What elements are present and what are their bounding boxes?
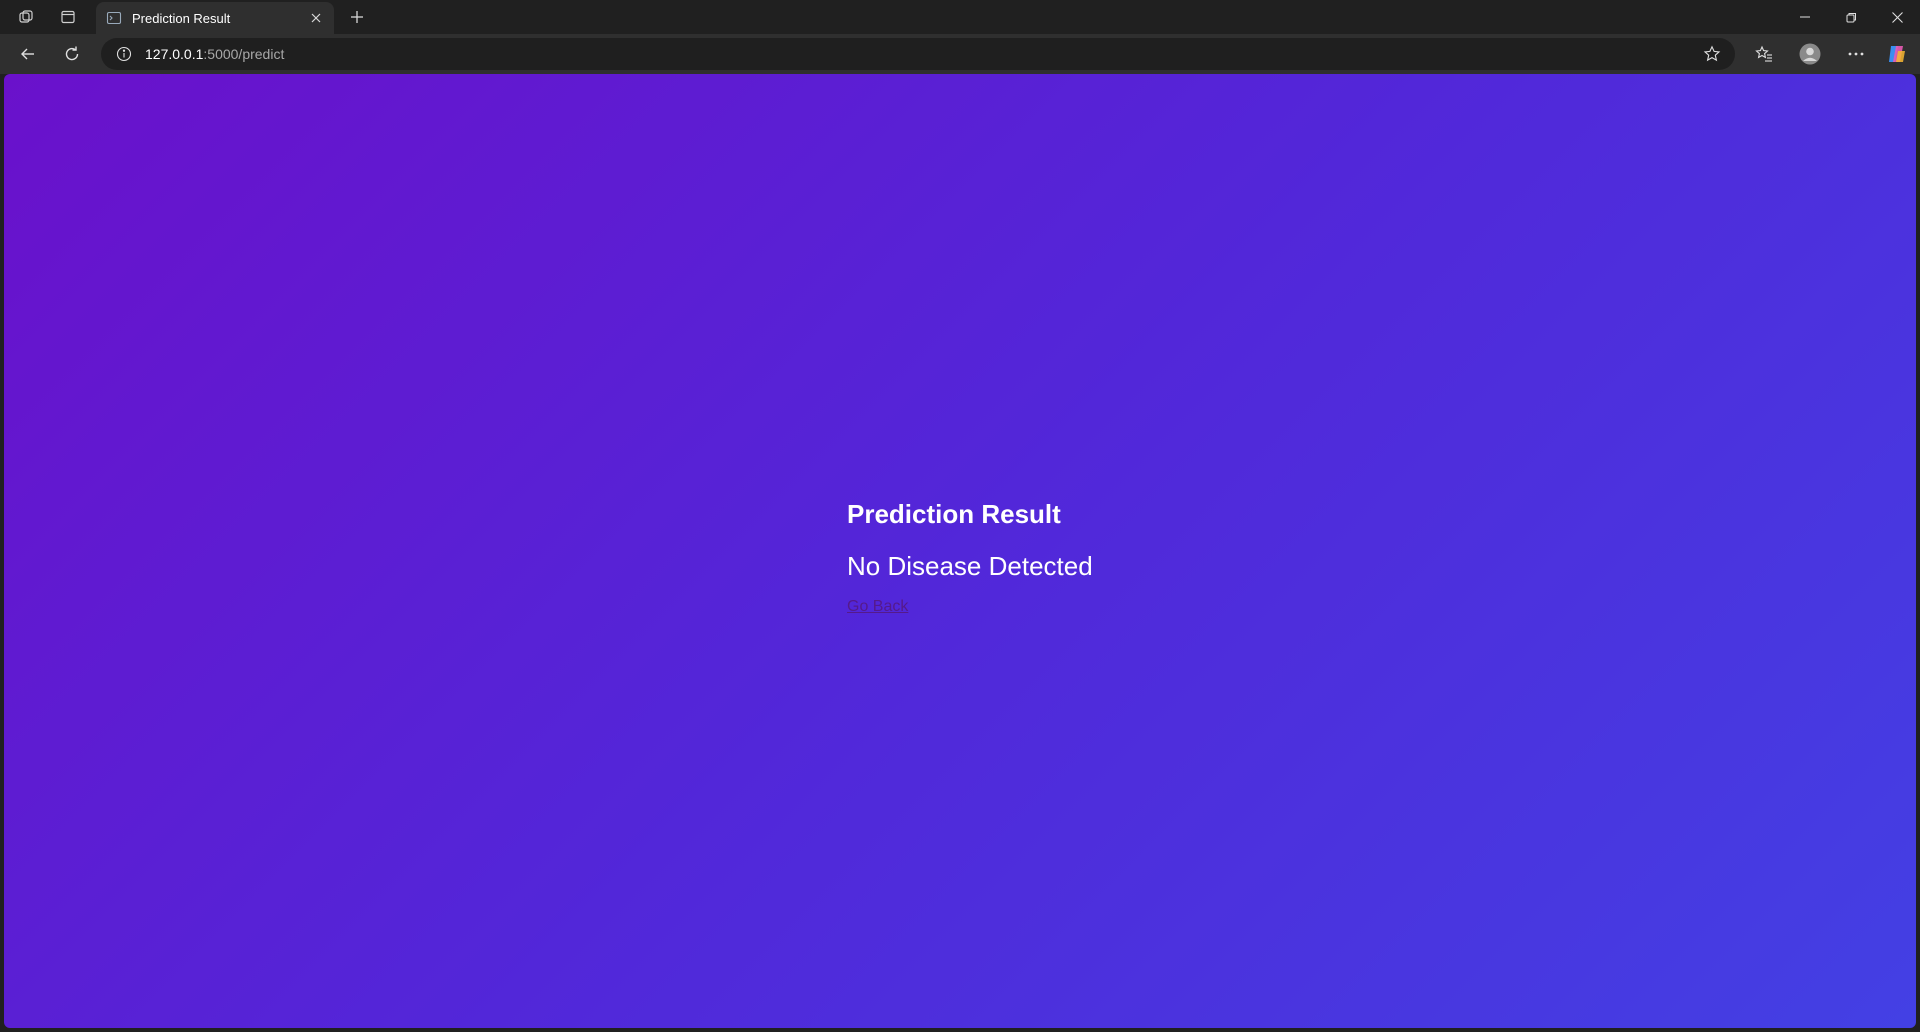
result-container: Prediction Result No Disease Detected Go…: [847, 497, 1093, 617]
address-bar[interactable]: 127.0.0.1:5000/predict: [101, 38, 1735, 70]
tab-actions-icon[interactable]: [54, 5, 82, 29]
go-back-link[interactable]: Go Back: [847, 597, 908, 617]
refresh-icon[interactable]: [57, 40, 87, 68]
more-options-icon[interactable]: [1841, 40, 1871, 68]
favorites-icon[interactable]: [1749, 40, 1779, 68]
favorite-star-icon[interactable]: [1699, 42, 1725, 66]
close-tab-icon[interactable]: [304, 6, 328, 30]
page-favicon-icon: [106, 10, 122, 26]
browser-toolbar: 127.0.0.1:5000/predict: [0, 34, 1920, 74]
copilot-icon[interactable]: [1882, 40, 1912, 68]
profile-avatar-icon[interactable]: [1795, 40, 1825, 68]
close-window-icon[interactable]: [1874, 0, 1920, 34]
minimize-icon[interactable]: [1782, 0, 1828, 34]
tab-title: Prediction Result: [132, 10, 231, 26]
back-arrow-icon[interactable]: [13, 40, 43, 68]
page-viewport: Prediction Result No Disease Detected Go…: [4, 74, 1916, 1028]
browser-window: Prediction Result 127.0.0.1:5000/predict…: [0, 0, 1920, 1032]
prediction-text: No Disease Detected: [847, 551, 1093, 581]
url-path: :5000/predict: [203, 46, 285, 62]
tab-prediction-result[interactable]: Prediction Result: [96, 2, 334, 34]
site-info-icon[interactable]: [115, 45, 133, 63]
url-text[interactable]: 127.0.0.1:5000/predict: [145, 46, 284, 62]
page-title: Prediction Result: [847, 499, 1061, 529]
tab-strip: Prediction Result: [0, 0, 1920, 34]
restore-icon[interactable]: [1828, 0, 1874, 34]
workspaces-icon[interactable]: [12, 5, 40, 29]
new-tab-icon[interactable]: [344, 5, 370, 29]
url-host: 127.0.0.1: [145, 46, 204, 62]
